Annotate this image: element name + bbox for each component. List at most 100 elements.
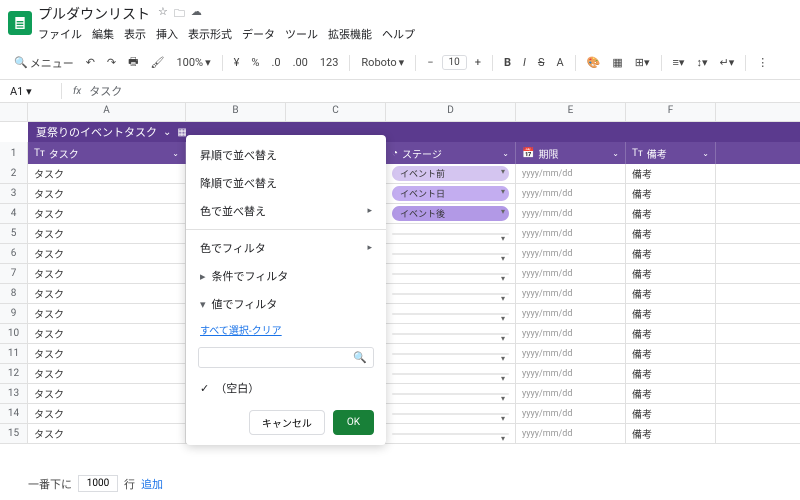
- row-header[interactable]: 13: [0, 384, 28, 403]
- row-header[interactable]: 5: [0, 224, 28, 243]
- cell-task[interactable]: タスク: [28, 324, 186, 343]
- table-view-icon[interactable]: ▦: [177, 127, 186, 138]
- search-menu[interactable]: 🔍 メニュー: [10, 52, 78, 74]
- menu-ヘルプ[interactable]: ヘルプ: [382, 26, 415, 42]
- cell-reference[interactable]: A1 ▾: [10, 85, 50, 98]
- cell-task[interactable]: タスク: [28, 344, 186, 363]
- row-header[interactable]: 3: [0, 184, 28, 203]
- more-button[interactable]: ⋮: [753, 53, 772, 72]
- col-header-B[interactable]: B: [186, 103, 286, 121]
- cell-stage[interactable]: [386, 364, 516, 383]
- select-all-corner[interactable]: [0, 103, 28, 121]
- add-rows-link[interactable]: 追加: [141, 476, 163, 492]
- cell-note[interactable]: 備考: [626, 384, 716, 403]
- col-header-C[interactable]: C: [286, 103, 386, 121]
- ok-button[interactable]: OK: [333, 410, 374, 435]
- font-select[interactable]: Roboto ▾: [357, 53, 408, 72]
- cell-date[interactable]: yyyy/mm/dd: [516, 384, 626, 403]
- cell-note[interactable]: 備考: [626, 304, 716, 323]
- col-header-D[interactable]: D: [386, 103, 516, 121]
- menu-表示形式[interactable]: 表示形式: [188, 26, 232, 42]
- dec-decrease-button[interactable]: .0: [267, 53, 284, 72]
- menu-編集[interactable]: 編集: [92, 26, 114, 42]
- cell-stage[interactable]: [386, 344, 516, 363]
- cell-stage[interactable]: [386, 244, 516, 263]
- cell-note[interactable]: 備考: [626, 164, 716, 183]
- cell-task[interactable]: タスク: [28, 184, 186, 203]
- cell-note[interactable]: 備考: [626, 404, 716, 423]
- cell-note[interactable]: 備考: [626, 364, 716, 383]
- cell-date[interactable]: yyyy/mm/dd: [516, 364, 626, 383]
- row-header[interactable]: 4: [0, 204, 28, 223]
- filter-value-item[interactable]: ▾値でフィルタ: [186, 290, 386, 318]
- cell-task[interactable]: タスク: [28, 224, 186, 243]
- cell-note[interactable]: 備考: [626, 324, 716, 343]
- cell-stage[interactable]: [386, 404, 516, 423]
- currency-button[interactable]: ¥: [230, 53, 244, 72]
- cell-stage[interactable]: [386, 384, 516, 403]
- row-header[interactable]: 14: [0, 404, 28, 423]
- bold-button[interactable]: B: [500, 53, 515, 72]
- cell-stage[interactable]: イベント後: [386, 204, 516, 223]
- col-header-F[interactable]: F: [626, 103, 716, 121]
- zoom-select[interactable]: 100% ▾: [173, 53, 215, 72]
- halign-button[interactable]: ≡▾: [669, 53, 689, 72]
- filter-color-item[interactable]: 色でフィルタ▸: [186, 234, 386, 262]
- menu-ツール[interactable]: ツール: [285, 26, 318, 42]
- wrap-button[interactable]: ↵▾: [716, 53, 739, 72]
- cell-note[interactable]: 備考: [626, 184, 716, 203]
- formula-bar[interactable]: タスク: [89, 83, 122, 99]
- cell-task[interactable]: タスク: [28, 304, 186, 323]
- number-format-button[interactable]: 123: [316, 53, 343, 72]
- hdr-task[interactable]: Tтタスク⌄: [28, 142, 186, 164]
- cell-task[interactable]: タスク: [28, 244, 186, 263]
- cell-note[interactable]: 備考: [626, 204, 716, 223]
- cell-stage[interactable]: イベント日: [386, 184, 516, 203]
- hdr-note[interactable]: Tт備考⌄: [626, 142, 716, 164]
- hdr-date[interactable]: 📅期限⌄: [516, 142, 626, 164]
- font-dec-button[interactable]: −: [423, 53, 437, 72]
- text-color-button[interactable]: A: [552, 53, 567, 72]
- filter-blank-item[interactable]: ✓（空白）: [186, 374, 386, 402]
- star-icon[interactable]: ☆: [158, 5, 168, 24]
- sort-desc-item[interactable]: 降順で並べ替え: [186, 169, 386, 197]
- cell-task[interactable]: タスク: [28, 364, 186, 383]
- undo-button[interactable]: ↶: [82, 53, 99, 72]
- col-header-A[interactable]: A: [28, 103, 186, 121]
- cell-date[interactable]: yyyy/mm/dd: [516, 304, 626, 323]
- cell-date[interactable]: yyyy/mm/dd: [516, 184, 626, 203]
- sort-color-item[interactable]: 色で並べ替え▸: [186, 197, 386, 225]
- doc-title[interactable]: プルダウンリスト: [38, 4, 150, 24]
- cell-stage[interactable]: [386, 304, 516, 323]
- percent-button[interactable]: %: [247, 53, 263, 72]
- cell-note[interactable]: 備考: [626, 244, 716, 263]
- borders-button[interactable]: ▦: [608, 53, 626, 72]
- cell-date[interactable]: yyyy/mm/dd: [516, 244, 626, 263]
- cell-note[interactable]: 備考: [626, 424, 716, 443]
- print-button[interactable]: 🖶: [124, 50, 142, 75]
- cell-stage[interactable]: [386, 264, 516, 283]
- move-icon[interactable]: 🗀: [174, 5, 185, 24]
- filter-search-input[interactable]: [205, 352, 353, 363]
- cell-date[interactable]: yyyy/mm/dd: [516, 224, 626, 243]
- cell-note[interactable]: 備考: [626, 264, 716, 283]
- filter-search-box[interactable]: 🔍: [198, 347, 374, 368]
- filter-condition-item[interactable]: ▸条件でフィルタ: [186, 262, 386, 290]
- cell-task[interactable]: タスク: [28, 384, 186, 403]
- cell-note[interactable]: 備考: [626, 284, 716, 303]
- cell-task[interactable]: タスク: [28, 284, 186, 303]
- sort-asc-item[interactable]: 昇順で並べ替え: [186, 141, 386, 169]
- cell-stage[interactable]: [386, 424, 516, 443]
- cell-date[interactable]: yyyy/mm/dd: [516, 324, 626, 343]
- menu-拡張機能[interactable]: 拡張機能: [328, 26, 372, 42]
- row-header-1[interactable]: 1: [0, 142, 28, 164]
- valign-button[interactable]: ↕▾: [692, 53, 711, 72]
- cancel-button[interactable]: キャンセル: [249, 410, 325, 435]
- select-clear-link[interactable]: すべて選択-クリア: [186, 318, 386, 341]
- cell-task[interactable]: タスク: [28, 404, 186, 423]
- paint-format-button[interactable]: 🖌: [147, 53, 169, 72]
- font-size-input[interactable]: 10: [442, 55, 467, 70]
- cell-note[interactable]: 備考: [626, 344, 716, 363]
- dec-increase-button[interactable]: .00: [289, 53, 312, 72]
- cell-date[interactable]: yyyy/mm/dd: [516, 424, 626, 443]
